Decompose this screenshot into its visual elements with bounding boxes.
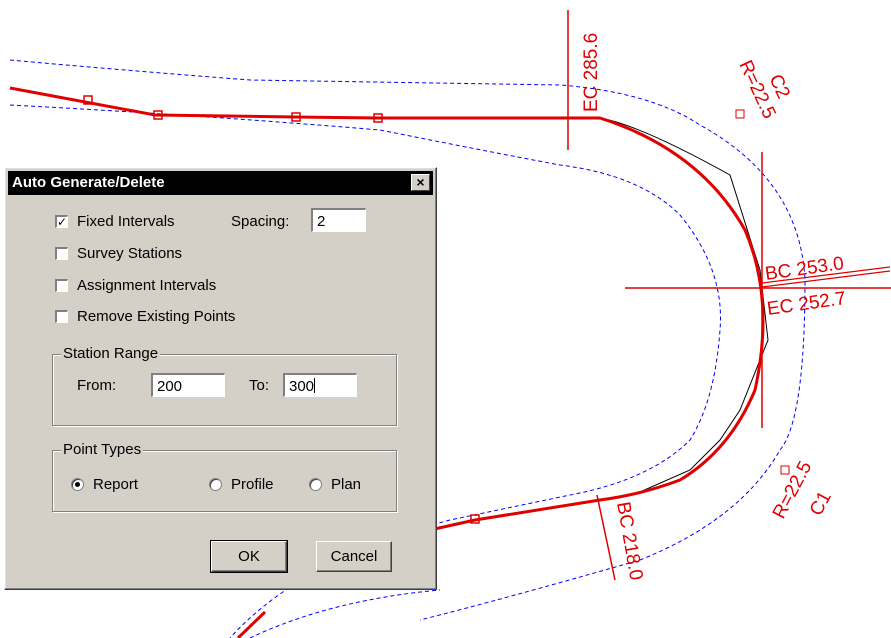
assignment-intervals-checkbox[interactable] xyxy=(55,278,68,292)
radio-selected-dot xyxy=(75,481,80,487)
to-input-value: 300 xyxy=(289,378,315,395)
point-types-title: Point Types xyxy=(61,441,144,458)
r1-radius-label: R=22.5 xyxy=(769,458,817,522)
to-label: To: xyxy=(249,377,270,394)
plan-radio-option[interactable]: Plan xyxy=(309,475,361,493)
curve-center-c2[interactable] xyxy=(735,109,745,119)
fixed-intervals-option[interactable]: ✓ Fixed Intervals xyxy=(55,212,175,230)
c1-label: C1 xyxy=(806,488,836,519)
spacing-input[interactable]: 2 xyxy=(311,208,366,232)
report-label: Report xyxy=(93,475,139,493)
spacing-label: Spacing: xyxy=(231,213,290,230)
survey-stations-option[interactable]: Survey Stations xyxy=(55,244,182,262)
to-input[interactable]: 300 xyxy=(283,373,357,397)
curve-center-c1[interactable] xyxy=(780,465,790,475)
report-radio[interactable] xyxy=(71,477,84,491)
remove-existing-checkbox[interactable] xyxy=(55,309,68,323)
from-input[interactable]: 200 xyxy=(151,373,225,397)
ec-252-label: EC 252.7 xyxy=(766,288,847,320)
bc-218-label: BC 218.0 xyxy=(612,500,646,582)
remove-existing-label: Remove Existing Points xyxy=(77,307,236,325)
close-icon[interactable]: × xyxy=(411,174,430,191)
from-label: From: xyxy=(77,377,117,394)
station-range-group: Station Range From: 200 To: 300 xyxy=(52,345,397,426)
dialog-title: Auto Generate/Delete xyxy=(12,174,165,191)
ok-button[interactable]: OK xyxy=(210,540,288,573)
plan-radio[interactable] xyxy=(309,477,322,491)
profile-radio-option[interactable]: Profile xyxy=(209,475,274,493)
report-radio-option[interactable]: Report xyxy=(71,475,138,493)
profile-radio[interactable] xyxy=(209,477,222,491)
fixed-intervals-checkbox[interactable]: ✓ xyxy=(55,214,68,228)
cancel-button[interactable]: Cancel xyxy=(316,541,392,572)
profile-label: Profile xyxy=(231,475,274,493)
assignment-intervals-option[interactable]: Assignment Intervals xyxy=(55,276,216,294)
ec-285-label: EC 285.6 xyxy=(581,33,602,112)
survey-stations-checkbox[interactable] xyxy=(55,246,68,260)
assignment-intervals-label: Assignment Intervals xyxy=(77,276,217,294)
bc-218-tick xyxy=(596,494,616,581)
offset-line-lower xyxy=(249,589,441,638)
station-range-title: Station Range xyxy=(61,345,161,362)
bc-253-label: BC 253.0 xyxy=(764,253,845,285)
point-types-group: Point Types Report Profile Plan xyxy=(52,441,397,512)
remove-existing-option[interactable]: Remove Existing Points xyxy=(55,307,235,325)
text-caret xyxy=(314,378,316,393)
survey-stations-label: Survey Stations xyxy=(77,244,183,262)
auto-generate-dialog: Auto Generate/Delete × ✓ Fixed Intervals… xyxy=(4,167,437,590)
road-alignment-tail xyxy=(236,610,267,638)
dialog-titlebar[interactable]: Auto Generate/Delete × xyxy=(8,171,433,195)
plan-label: Plan xyxy=(331,475,362,493)
fixed-intervals-label: Fixed Intervals xyxy=(77,212,175,230)
